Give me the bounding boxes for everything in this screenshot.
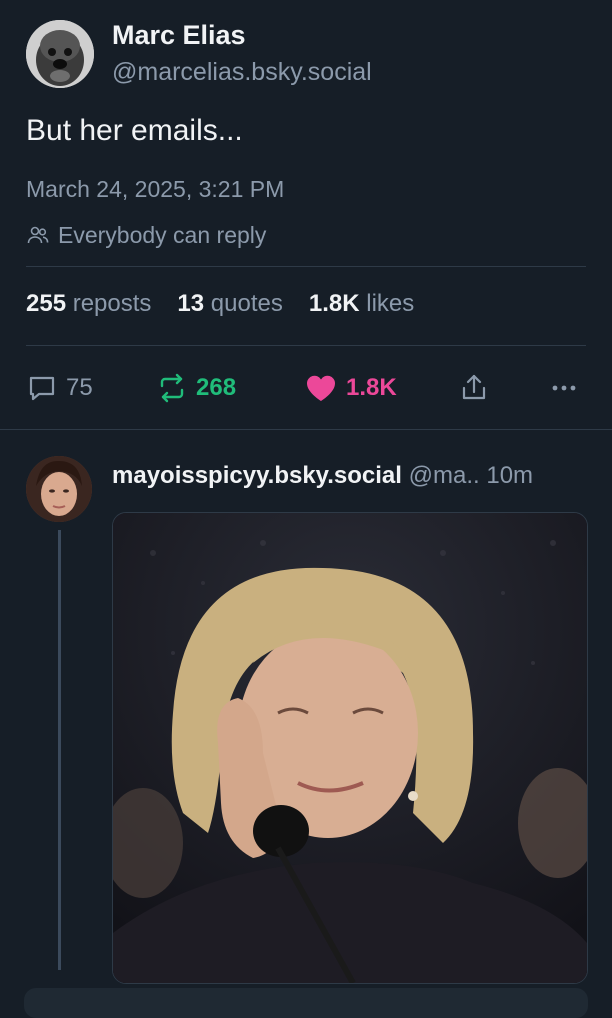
reply-handle[interactable]: @ma.. xyxy=(409,462,480,489)
reply-time: 10m xyxy=(486,462,534,489)
reply-count: 75 xyxy=(66,374,93,401)
repost-count: 268 xyxy=(196,374,237,401)
section-divider xyxy=(0,429,612,430)
divider xyxy=(26,266,586,267)
likes-label: likes xyxy=(366,290,415,317)
share-button[interactable] xyxy=(458,368,490,408)
reply-post[interactable]: mayoisspicyy.bsky.social @ma.. 10m xyxy=(0,440,612,1000)
more-icon xyxy=(552,385,576,391)
people-icon xyxy=(27,226,49,244)
reply-setting: Everybody can reply xyxy=(26,220,266,250)
reply-media-gif[interactable] xyxy=(112,512,588,984)
quotes-stat[interactable]: 13 quotes xyxy=(177,290,282,318)
likes-count: 1.8K xyxy=(308,290,360,317)
reposts-label: reposts xyxy=(72,290,152,317)
reply-icon xyxy=(29,376,55,401)
reply-avatar-image xyxy=(26,456,92,522)
quotes-label: quotes xyxy=(210,290,283,317)
engagement-stats: 255 reposts 13 quotes 1.8K likes xyxy=(26,290,414,318)
repost-icon xyxy=(160,373,184,403)
share-icon xyxy=(462,374,486,400)
like-count: 1.8K xyxy=(346,374,397,401)
more-options-button[interactable] xyxy=(548,368,580,408)
post-text: But her emails... xyxy=(26,114,243,147)
thread-line xyxy=(58,530,61,970)
reply-display-name[interactable]: mayoisspicyy.bsky.social xyxy=(112,462,402,489)
author-avatar[interactable] xyxy=(26,20,94,88)
reposts-stat[interactable]: 255 reposts xyxy=(26,290,151,318)
heart-icon xyxy=(306,375,336,401)
author-name[interactable]: Marc Elias xyxy=(112,20,246,51)
repost-button[interactable]: 268 xyxy=(156,368,236,408)
reply-header: mayoisspicyy.bsky.social @ma.. 10m xyxy=(112,462,533,490)
reply-author-avatar[interactable] xyxy=(26,456,92,522)
compose-reply-bar[interactable] xyxy=(24,988,588,1018)
post-actions: 75 268 1.8K xyxy=(26,368,582,408)
main-post: Marc Elias @marcelias.bsky.social But he… xyxy=(0,0,612,430)
likes-stat[interactable]: 1.8K likes xyxy=(309,290,414,318)
like-button[interactable]: 1.8K xyxy=(304,368,397,408)
woman-at-microphone-image xyxy=(113,513,587,983)
author-handle[interactable]: @marcelias.bsky.social xyxy=(112,58,372,87)
quotes-count: 13 xyxy=(177,290,205,317)
post-timestamp: March 24, 2025, 3:21 PM xyxy=(26,176,285,202)
reply-button[interactable]: 75 xyxy=(26,368,93,408)
divider xyxy=(26,345,586,346)
reposts-count: 255 xyxy=(26,290,67,317)
reply-setting-label: Everybody can reply xyxy=(58,221,267,248)
dog-avatar-image xyxy=(26,20,94,88)
